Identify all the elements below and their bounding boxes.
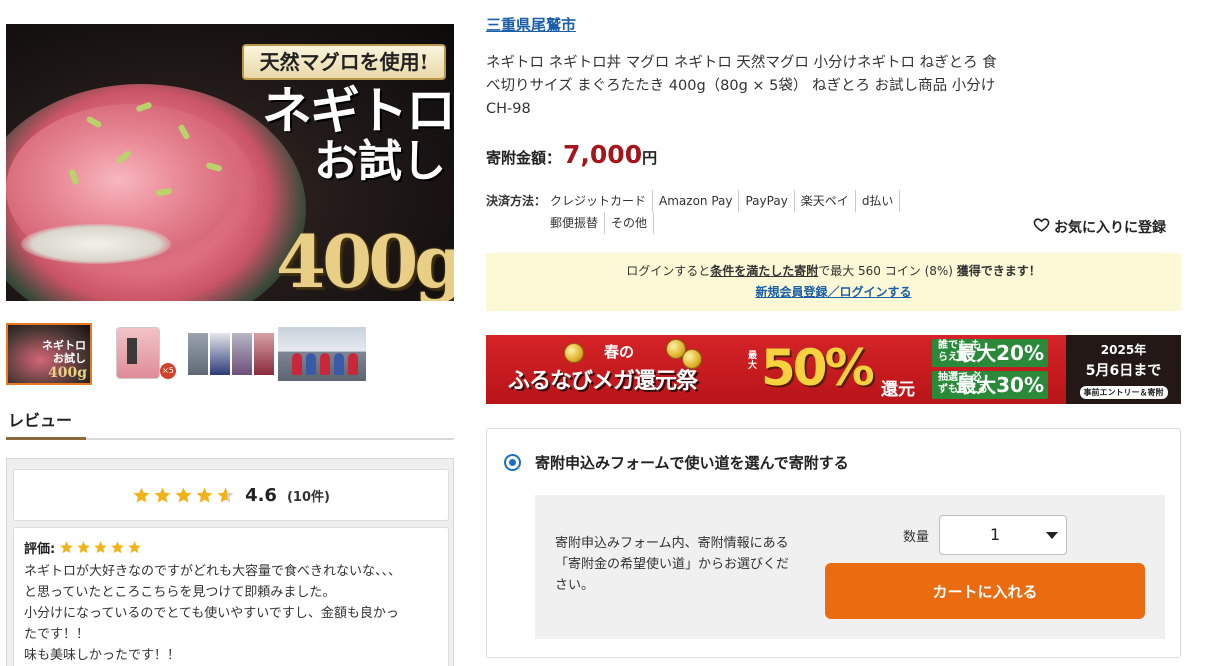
payment-method: その他 xyxy=(605,212,655,234)
coin-icon xyxy=(564,343,584,363)
donation-form-body: 寄附申込みフォーム内、寄附情報にある「寄附金の希望使い道」からお選びください。 … xyxy=(535,495,1165,639)
star-icon xyxy=(59,540,74,555)
quantity-label: 数量 xyxy=(903,530,930,545)
review-text-line: たです！！ xyxy=(24,627,90,642)
donation-form-option: 寄附申込みフォームで使い道を選んで寄附する 寄附申込みフォーム内、寄附情報にある… xyxy=(486,428,1181,658)
review-text-line: ネギトロが大好きなのですがどれも大容量で食べきれないな、、、 xyxy=(24,564,402,579)
conditions-link[interactable]: 条件を満たした寄附 xyxy=(710,264,818,278)
add-to-cart-button[interactable]: カートに入れる xyxy=(825,563,1145,619)
campaign-spring: 春の xyxy=(604,343,635,361)
quantity-badge: ×5 xyxy=(160,363,176,379)
municipality-link[interactable]: 三重県尾鷲市 xyxy=(486,14,576,35)
campaign-return: 還元 xyxy=(881,380,915,400)
payment-method: Amazon Pay xyxy=(653,190,740,212)
payment-method: d払い xyxy=(856,190,901,212)
login-text-bold: 獲得できます！ xyxy=(956,264,1041,278)
star-icon xyxy=(195,486,214,505)
product-main-image: 天然マグロを使用! ネギトロ お試し 400g xyxy=(6,24,454,301)
payment-method: クレジットカード xyxy=(550,190,654,212)
promo-headline: ネギトロ xyxy=(262,81,454,140)
review-stars xyxy=(59,540,142,555)
favorite-label: お気に入りに登録 xyxy=(1054,219,1166,236)
login-text-middle: で最大 560 コイン (8%) xyxy=(818,264,957,278)
register-login-link[interactable]: 新規会員登録／ログインする xyxy=(755,283,911,300)
price-label: 寄附金額： xyxy=(486,149,562,167)
campaign-max: 最大 xyxy=(748,351,758,371)
payment-method: 郵便振替 xyxy=(550,212,606,234)
thumb-mini-sub: お試し xyxy=(53,352,86,365)
rating-value: 4.6 xyxy=(245,484,277,506)
review-text-line: と思っていたところこちらを見つけて即頼みました。 xyxy=(24,585,336,600)
thumbnail-1[interactable]: ネギトロ お試し 400g xyxy=(6,323,92,385)
login-coin-banner: ログインすると条件を満たした寄附で最大 560 コイン (8%) 獲得できます！… xyxy=(486,253,1181,311)
campaign-entry: 事前エントリー＆寄附 xyxy=(1079,386,1168,399)
product-title: ネギトロ ネギトロ丼 マグロ ネギトロ 天然マグロ 小分けネギトロ ねぎとろ 食… xyxy=(486,55,997,117)
thumbnail-strip: ネギトロ お試し 400g ×5 xyxy=(6,323,454,385)
quantity-select[interactable]: 1 xyxy=(939,515,1067,555)
payment-method: 楽天ペイ xyxy=(795,190,856,212)
login-text-before: ログインすると xyxy=(626,264,711,278)
campaign-title: ふるなびメガ還元祭 xyxy=(508,369,698,394)
star-icon xyxy=(174,486,193,505)
price-row: 寄附金額： 7,000 円 xyxy=(486,140,657,169)
campaign-box-lottery: 抽選で 必ずもらえる 最大30% xyxy=(932,371,1048,399)
donation-form-radio[interactable] xyxy=(504,454,521,471)
campaign-box-everyone: 誰でも もらえる 最大20% xyxy=(932,339,1048,367)
campaign-box2-pct: 最大30% xyxy=(956,373,1044,397)
campaign-year: 2025年 xyxy=(1100,343,1147,357)
review-rating: 評価: xyxy=(24,538,438,557)
review-tab-indicator xyxy=(6,437,86,440)
promo-tag: 天然マグロを使用! xyxy=(242,44,446,80)
rating-stars xyxy=(132,486,235,505)
review-rating-label: 評価: xyxy=(24,542,56,557)
review-card: 評価: ネギトロが大好きなのですがどれも大容量で食べきれないな、、、 と思ってい… xyxy=(13,527,449,666)
star-icon xyxy=(153,486,172,505)
payment-method: PayPay xyxy=(739,190,795,212)
campaign-box1-pct: 最大20% xyxy=(956,341,1044,365)
thumbnail-4[interactable] xyxy=(278,327,366,381)
quantity-value: 1 xyxy=(990,525,1001,544)
price-value: 7,000 xyxy=(563,140,643,169)
rating-count: (10件) xyxy=(286,489,330,505)
campaign-banner[interactable]: 春の ふるなびメガ還元祭 最大 50% 還元 誰でも もらえる 最大20% 抽選… xyxy=(486,335,1181,404)
star-icon xyxy=(216,486,235,505)
campaign-date: 5月6日まで xyxy=(1085,363,1162,379)
thumb-mini-title: ネギトロ xyxy=(42,339,86,352)
rating-summary: 4.6 (10件) xyxy=(13,469,449,521)
campaign-deadline: 2025年 5月6日まで 事前エントリー＆寄附 xyxy=(1066,335,1181,404)
thumb-mini-weight: 400g xyxy=(47,365,87,381)
payment-label: 決済方法： xyxy=(486,194,547,208)
review-text-line: 味も美味しかったです！！ xyxy=(24,648,181,663)
star-icon xyxy=(93,540,108,555)
promo-weight: 400g xyxy=(276,219,454,301)
campaign-percent: 50% xyxy=(761,339,875,397)
heart-icon xyxy=(1033,216,1050,237)
star-icon xyxy=(110,540,125,555)
review-text-line: 小分けになっているのでとても使いやすいですし、金額も良かっ xyxy=(24,606,399,621)
star-icon xyxy=(132,486,151,505)
chevron-down-icon xyxy=(1046,532,1058,539)
payment-methods: 決済方法： クレジットカード Amazon Pay PayPay 楽天ペイ d払い 郵便振… xyxy=(486,190,926,234)
thumbnail-2[interactable]: ×5 xyxy=(112,323,176,385)
star-icon xyxy=(76,540,91,555)
review-panel: 4.6 (10件) 評価: ネギトロが大好きなのですがどれも大容量で食べきれない… xyxy=(6,458,454,666)
package-image xyxy=(116,327,160,379)
donation-form-option-label[interactable]: 寄附申込みフォームで使い道を選んで寄附する xyxy=(535,452,849,473)
favorite-button[interactable]: お気に入りに登録 xyxy=(1033,216,1166,237)
price-unit: 円 xyxy=(642,149,658,167)
promo-subheadline: お試し xyxy=(314,136,446,187)
thumbnail-3[interactable] xyxy=(188,323,274,385)
star-icon xyxy=(127,540,142,555)
donation-form-description: 寄附申込みフォーム内、寄附情報にある「寄附金の希望使い道」からお選びください。 xyxy=(555,536,790,593)
review-tab[interactable]: レビュー xyxy=(8,407,72,431)
